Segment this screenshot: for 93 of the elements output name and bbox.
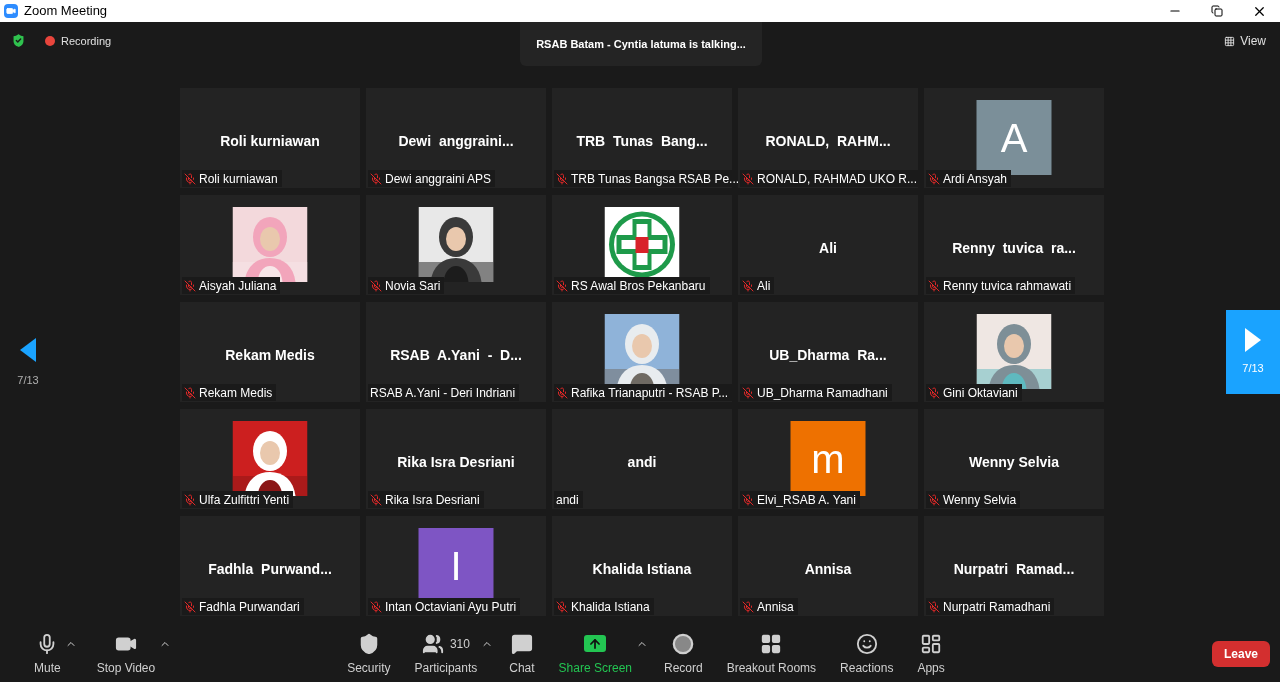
leave-button[interactable]: Leave [1212, 641, 1270, 667]
toolbar-button[interactable]: Share Screen [550, 631, 640, 677]
participant-name: Rika Isra Desriani [397, 454, 515, 470]
participant-label: RS Awal Bros Pekanbaru [571, 277, 706, 295]
smiley-icon [855, 632, 878, 655]
muted-mic-icon [928, 279, 940, 292]
participant-name: Annisa [804, 561, 852, 577]
participant-name: Wenny Selvia [969, 454, 1059, 470]
breakout-rooms-icon [760, 632, 783, 655]
muted-mic-icon [928, 600, 940, 613]
participant-label: Rafika Trianaputri - RSAB P... [571, 384, 729, 402]
muted-mic-icon [556, 600, 568, 613]
participant-name: Roli kurniawan [220, 133, 320, 149]
muted-mic-icon [184, 172, 196, 185]
muted-mic-icon [184, 493, 196, 506]
participant-name: andi [627, 454, 657, 470]
toolbar-button[interactable]: Breakout Rooms [718, 631, 825, 677]
participant-label: Renny tuvica rahmawati [943, 277, 1072, 295]
share-screen-icon [584, 635, 607, 652]
muted-mic-icon [184, 600, 196, 613]
muted-mic-icon [742, 600, 754, 613]
participant-label: TRB Tunas Bangsa RSAB Pe... [571, 170, 740, 188]
toolbar-button[interactable]: Reactions [832, 631, 902, 677]
muted-mic-icon [370, 493, 382, 506]
participant-name: TRB Tunas Bang... [576, 133, 708, 149]
muted-mic-icon [742, 386, 754, 399]
participant-label: Wenny Selvia [943, 491, 1017, 509]
participant-name: RSAB A.Yani - D... [390, 347, 522, 363]
participant-label: Aisyah Juliana [199, 277, 277, 295]
participants-icon [421, 632, 444, 655]
participant-label: Ulfa Zulfittri Yenti [199, 491, 290, 509]
restore-icon [1211, 5, 1223, 17]
participant-name: Renny tuvica ra... [952, 240, 1076, 256]
muted-mic-icon [742, 172, 754, 185]
recording-label: Recording [61, 34, 112, 49]
toolbar-button[interactable]: Security [339, 631, 399, 677]
participant-label: Novia Sari [385, 277, 441, 295]
participant-label: Gini Oktaviani [943, 384, 1018, 402]
active-speaker-notice: RSAB Batam - Cyntia latuma is talking... [536, 36, 746, 52]
participant-name: Nurpatri Ramad... [953, 561, 1075, 577]
toolbar-button[interactable]: Stop Video [88, 631, 164, 677]
participant-name: Ali [819, 240, 837, 256]
avatar: m [790, 421, 866, 496]
page-indicator: 7/13 [17, 373, 39, 388]
muted-mic-icon [370, 172, 382, 185]
participant-count: 310 [449, 635, 470, 653]
participant-label: Fadhla Purwandari [199, 598, 300, 616]
toolbar-button[interactable]: Chat [501, 631, 543, 677]
participant-label: Ali [757, 277, 771, 295]
zoom-app-icon [4, 4, 18, 18]
participant-name: Dewi anggraini... [398, 133, 514, 149]
participant-label: andi [556, 491, 579, 509]
security-shield-icon[interactable] [10, 32, 27, 49]
grid-icon [1224, 35, 1236, 47]
participant-label: Rekam Medis [199, 384, 273, 402]
participant-label: RSAB A.Yani - Deri Indriani [370, 384, 516, 402]
participant-label: Roli kurniawan [199, 170, 278, 188]
apps-icon [920, 632, 943, 655]
participant-label: Dewi anggraini APS [385, 170, 492, 188]
participant-label: Annisa [757, 598, 794, 616]
muted-mic-icon [370, 600, 382, 613]
muted-mic-icon [556, 172, 568, 185]
muted-mic-icon [556, 279, 568, 292]
muted-mic-icon [184, 386, 196, 399]
avatar: A [976, 100, 1052, 175]
participant-label: UB_Dharma Ramadhani [757, 384, 888, 402]
muted-mic-icon [928, 386, 940, 399]
toolbar-button[interactable]: Mute [26, 631, 69, 677]
participant-name: UB_Dharma Ra... [769, 347, 887, 363]
muted-mic-icon [742, 493, 754, 506]
muted-mic-icon [556, 386, 568, 399]
next-arrow-icon [1245, 327, 1261, 352]
participant-label: Nurpatri Ramadhani [943, 598, 1051, 616]
toolbar-button[interactable]: Record [656, 631, 711, 677]
participant-name: Khalida Istiana [592, 561, 692, 577]
muted-mic-icon [928, 493, 940, 506]
muted-mic-icon [370, 279, 382, 292]
toolbar-button[interactable]: 310 Participants [406, 631, 486, 677]
participant-label: RONALD, RAHMAD UKO R... [757, 170, 918, 188]
participant-name: Rekam Medis [225, 347, 315, 363]
muted-mic-icon [742, 279, 754, 292]
participant-label: Khalida Istiana [571, 598, 650, 616]
participant-name: Fadhla Purwand... [208, 561, 332, 577]
previous-page-button[interactable] [18, 336, 38, 364]
muted-mic-icon [184, 279, 196, 292]
window-title: Zoom Meeting [24, 2, 108, 21]
view-button[interactable]: View [1220, 30, 1270, 52]
toolbar-button[interactable]: Apps [909, 631, 953, 677]
participant-name: RONALD, RAHM... [765, 133, 891, 149]
muted-mic-icon [928, 172, 940, 185]
record-icon [672, 632, 695, 655]
participant-label: Rika Isra Desriani [385, 491, 480, 509]
chat-icon [510, 632, 533, 655]
